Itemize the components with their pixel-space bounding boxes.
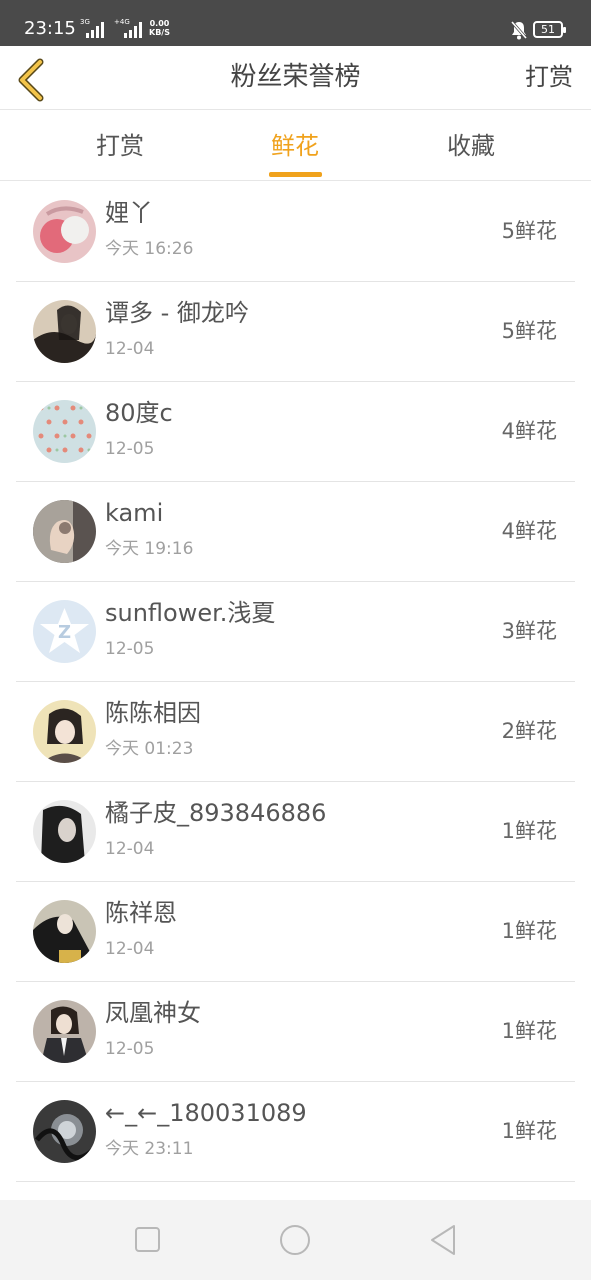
net-speed: 0.00 KB/S — [149, 19, 170, 37]
fan-time: 12-04 — [105, 339, 155, 359]
avatar — [33, 500, 96, 563]
avatar — [33, 800, 96, 863]
fan-time: 12-04 — [105, 839, 155, 859]
flower-count: 4鲜花 — [501, 519, 557, 543]
fan-name: 凤凰神女 — [105, 999, 201, 1027]
tab-favorites[interactable]: 收藏 — [411, 111, 531, 181]
battery-icon: 51 — [533, 21, 566, 38]
fan-time: 12-05 — [105, 1039, 155, 1059]
active-tab-indicator — [269, 172, 322, 177]
fan-name: 橘子皮_893846886 — [105, 799, 327, 827]
flower-count: 1鲜花 — [501, 819, 557, 843]
list-item[interactable]: 谭多 - 御龙吟 12-04 5鲜花 — [0, 282, 591, 382]
fan-list: 娌丫 今天 16:26 5鲜花 谭多 - 御龙吟 12-04 5鲜花 80度c … — [0, 182, 591, 1182]
fan-time: 今天 01:23 — [105, 739, 194, 759]
list-item[interactable]: 橘子皮_893846886 12-04 1鲜花 — [0, 782, 591, 882]
svg-text:Z: Z — [58, 622, 71, 643]
list-item[interactable]: 凤凰神女 12-05 1鲜花 — [0, 982, 591, 1082]
fan-time: 12-04 — [105, 939, 155, 959]
flower-count: 5鲜花 — [501, 219, 557, 243]
flower-count: 5鲜花 — [501, 319, 557, 343]
reward-button[interactable]: 打赏 — [525, 60, 573, 94]
home-icon[interactable] — [275, 1222, 315, 1258]
list-item[interactable]: kami 今天 19:16 4鲜花 — [0, 482, 591, 582]
flower-count: 2鲜花 — [501, 719, 557, 743]
status-bar: 23:15 3G +4G 0.00 KB/S 51 — [0, 0, 591, 46]
avatar: Z — [33, 600, 96, 663]
avatar — [33, 1000, 96, 1063]
header: 粉丝荣誉榜 打赏 — [0, 46, 591, 110]
flower-count: 1鲜花 — [501, 919, 557, 943]
avatar — [33, 1100, 96, 1163]
back-chevron-icon[interactable] — [12, 52, 52, 104]
list-item[interactable]: 80度c 12-05 4鲜花 — [0, 382, 591, 482]
fan-time: 12-05 — [105, 439, 155, 459]
avatar — [33, 900, 96, 963]
bell-off-icon — [510, 21, 528, 40]
fan-time: 今天 16:26 — [105, 239, 194, 259]
tab-flowers[interactable]: 鲜花 — [235, 111, 355, 181]
page-title: 粉丝荣誉榜 — [230, 62, 361, 92]
fan-name: kami — [105, 499, 164, 527]
list-item[interactable]: ←_←_180031089 今天 23:11 1鲜花 — [0, 1082, 591, 1182]
list-item[interactable]: 陈陈相因 今天 01:23 2鲜花 — [0, 682, 591, 782]
avatar — [33, 200, 96, 263]
fan-time: 今天 19:16 — [105, 539, 194, 559]
tab-reward[interactable]: 打赏 — [60, 111, 180, 181]
avatar — [33, 400, 96, 463]
recent-apps-icon[interactable] — [127, 1222, 167, 1258]
fan-name: 陈陈相因 — [105, 699, 201, 727]
system-nav-bar — [0, 1200, 591, 1280]
fan-name: sunflower.浅夏 — [105, 599, 276, 627]
flower-count: 3鲜花 — [501, 619, 557, 643]
list-item[interactable]: Z sunflower.浅夏 12-05 3鲜花 — [0, 582, 591, 682]
fan-time: 12-05 — [105, 639, 155, 659]
fan-name: 娌丫 — [105, 199, 153, 227]
fan-name: 谭多 - 御龙吟 — [105, 299, 249, 327]
flower-count: 4鲜花 — [501, 419, 557, 443]
fan-name: 80度c — [105, 399, 173, 427]
avatar — [33, 700, 96, 763]
tab-bar: 打赏 鲜花 收藏 — [0, 111, 591, 181]
list-item[interactable]: 陈祥恩 12-04 1鲜花 — [0, 882, 591, 982]
fan-time: 今天 23:11 — [105, 1139, 194, 1159]
back-triangle-icon[interactable] — [424, 1222, 464, 1258]
avatar — [33, 300, 96, 363]
status-time: 23:15 — [24, 18, 76, 39]
fan-name: 陈祥恩 — [105, 899, 177, 927]
flower-count: 1鲜花 — [501, 1119, 557, 1143]
fan-name: ←_←_180031089 — [105, 1099, 307, 1127]
flower-count: 1鲜花 — [501, 1019, 557, 1043]
list-item[interactable]: 娌丫 今天 16:26 5鲜花 — [0, 182, 591, 282]
